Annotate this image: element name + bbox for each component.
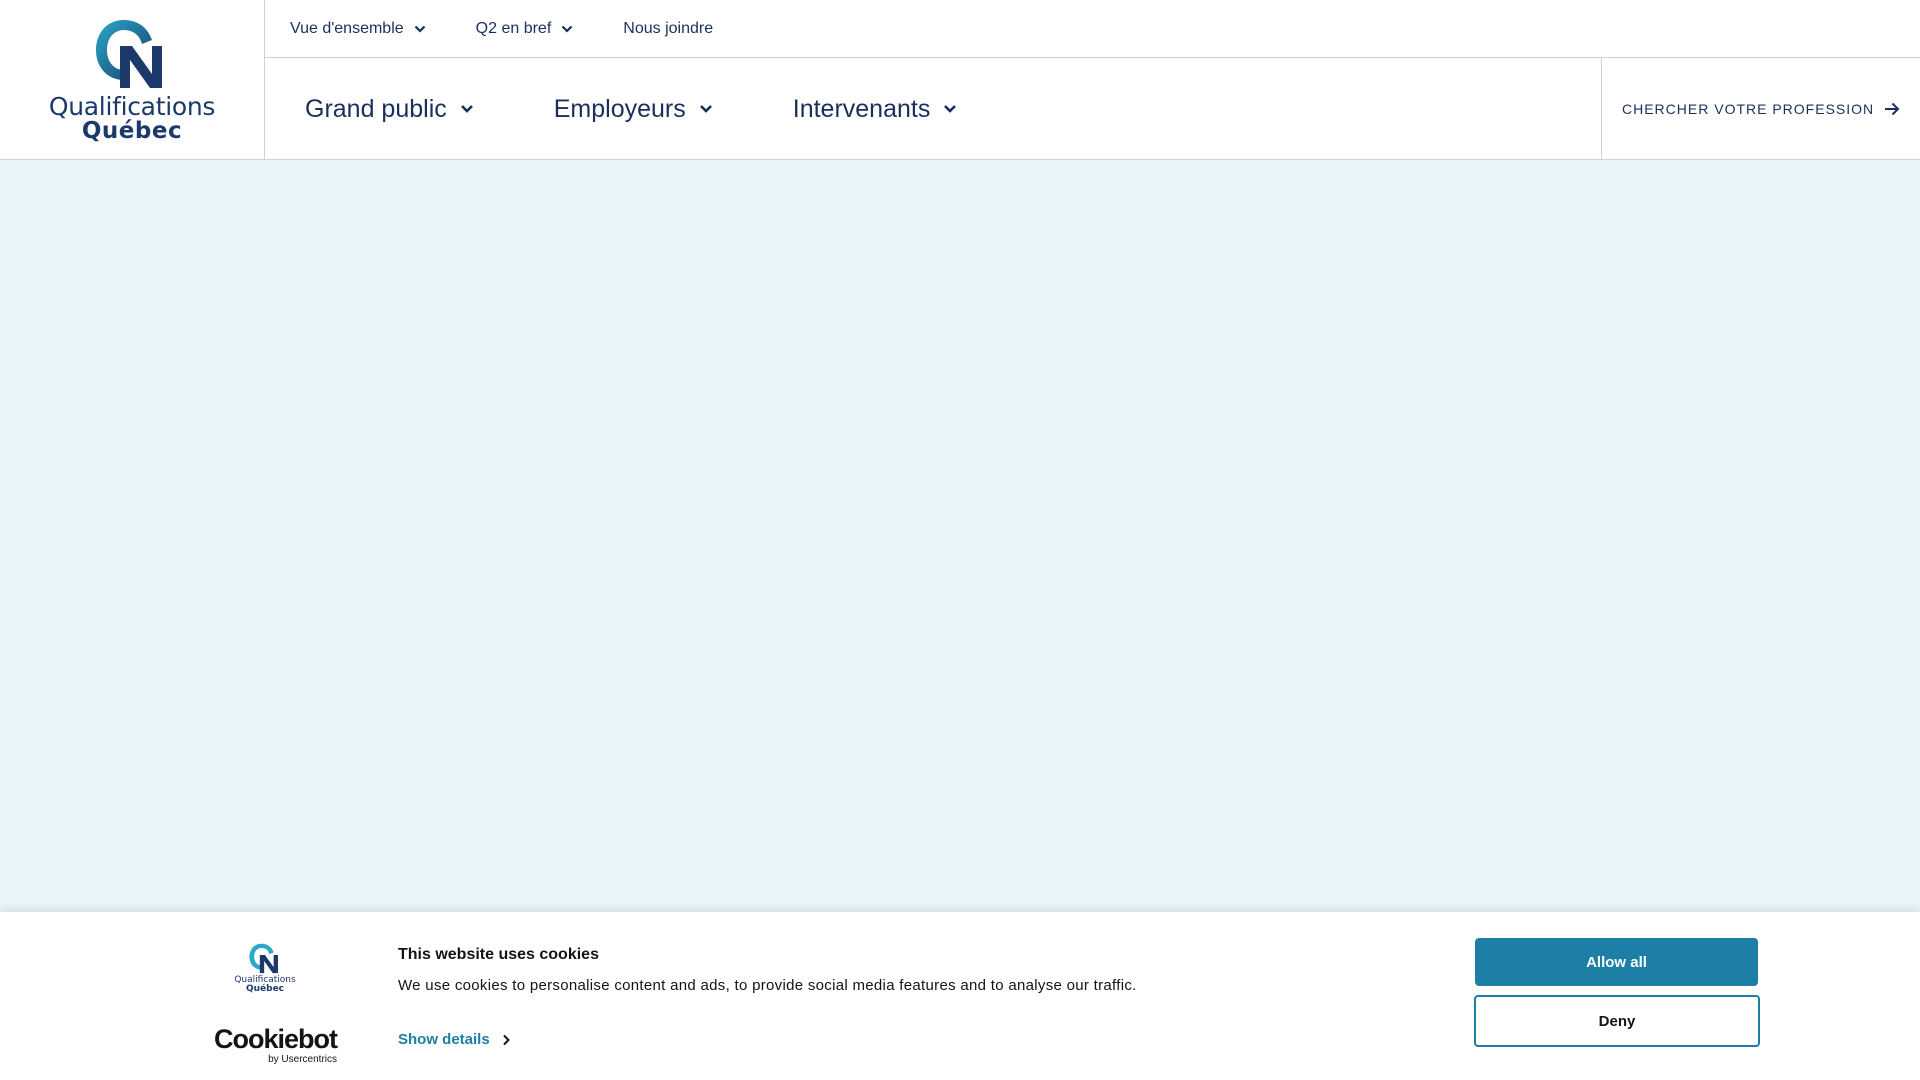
search-profession-label: CHERCHER VOTRE PROFESSION	[1622, 101, 1875, 117]
main-nav-intervenants[interactable]: Intervenants	[793, 95, 958, 124]
chevron-down-icon	[944, 105, 957, 113]
chevron-down-icon	[460, 105, 473, 113]
logo-name-line1: Qualifications	[48, 91, 216, 121]
cookie-banner-text: We use cookies to personalise content an…	[398, 977, 1137, 994]
show-details-label: Show details	[398, 1031, 490, 1048]
logo-name-line2: Québec	[81, 117, 183, 144]
top-nav-label: Q2 en bref	[475, 19, 552, 37]
chevron-down-icon	[699, 105, 712, 113]
top-nav-label: Nous joindre	[623, 19, 714, 37]
cookiebot-name: Cookiebot	[214, 1024, 338, 1054]
main-nav-employeurs[interactable]: Employeurs	[554, 95, 713, 124]
deny-button[interactable]: Deny	[1474, 995, 1760, 1047]
cookie-logo-line2: Québec	[245, 984, 285, 994]
top-nav-label: Vue d'ensemble	[290, 19, 404, 37]
main-nav-label: Grand public	[305, 94, 447, 123]
top-nav-vue-ensemble[interactable]: Vue d'ensemble	[290, 20, 426, 38]
top-nav-nous-joindre[interactable]: Nous joindre	[623, 20, 713, 38]
arrow-right-icon	[1885, 102, 1900, 116]
cookie-banner-logo: Qualifications Québec	[234, 942, 296, 1002]
qualifications-quebec-logo-icon	[96, 19, 162, 88]
top-nav: Vue d'ensemble Q2 en bref Nous joindre	[265, 0, 1920, 58]
chevron-down-icon	[414, 25, 425, 33]
site-logo[interactable]: Qualifications Québec	[0, 0, 265, 160]
main-nav: Grand public Employeurs Intervenants	[265, 58, 1601, 160]
show-details-link[interactable]: Show details	[398, 1031, 511, 1048]
main-nav-grand-public[interactable]: Grand public	[305, 95, 474, 124]
site-header: Qualifications Québec Vue d'ensemble Q2 …	[0, 0, 1920, 160]
chevron-down-icon	[561, 25, 573, 33]
cookiebot-sub: by Usercentrics	[268, 1054, 337, 1065]
top-nav-q2-en-bref[interactable]: Q2 en bref	[476, 20, 574, 38]
cookie-banner-title: This website uses cookies	[398, 946, 599, 963]
allow-all-button[interactable]: Allow all	[1475, 938, 1758, 986]
cookiebot-logo[interactable]: Cookiebot by Usercentrics	[214, 1024, 338, 1066]
main-nav-label: Intervenants	[792, 94, 931, 123]
search-profession-link[interactable]: CHERCHER VOTRE PROFESSION	[1601, 58, 1920, 160]
chevron-right-icon	[502, 1034, 510, 1045]
main-nav-label: Employeurs	[553, 94, 686, 123]
qualifications-quebec-logo-icon	[249, 943, 278, 974]
